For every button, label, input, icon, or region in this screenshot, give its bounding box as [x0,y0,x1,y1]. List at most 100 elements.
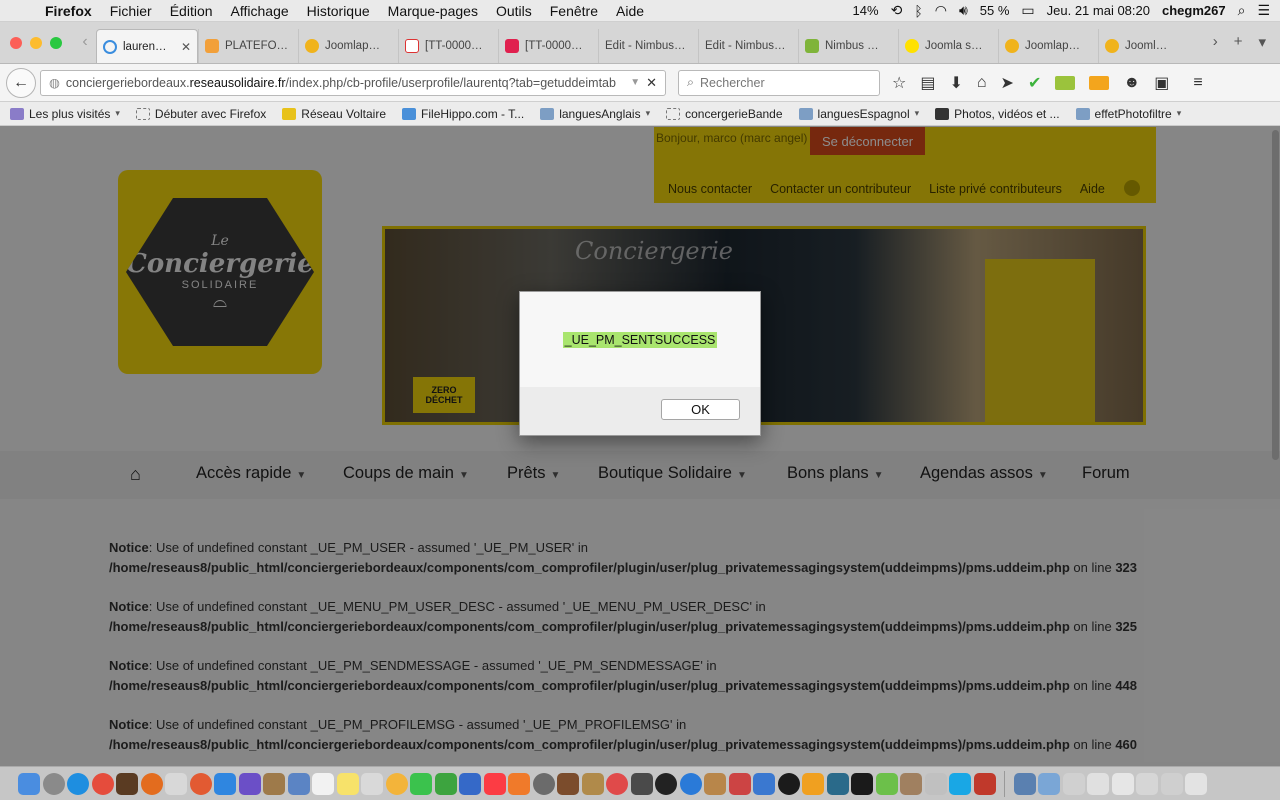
hamburger-menu-icon[interactable]: ≡ [1193,74,1202,92]
calendar-icon[interactable] [312,772,334,795]
app-icon[interactable] [116,772,138,795]
bookmark-getting-started[interactable]: Débuter avec Firefox [135,107,266,121]
battery-icon[interactable]: ▭ [1021,2,1034,19]
search-field[interactable]: ⌕ Rechercher [678,69,880,96]
messages-icon[interactable] [410,772,432,795]
extension-icon[interactable]: ▣ [1154,73,1169,93]
new-tab-icon[interactable]: + [1234,33,1243,51]
tabs-scroll-left-icon[interactable]: ‹ [74,33,96,63]
tab[interactable]: Nimbus … [798,29,898,63]
tab[interactable]: Joomlap… [298,29,398,63]
app-icon[interactable] [630,772,653,795]
tab-active[interactable]: lauren… ✕ [96,29,198,63]
tab[interactable]: [TT-0000… [498,29,598,63]
volume-icon[interactable]: 🔊︎ [959,2,968,19]
downloads-stack-icon[interactable] [1062,772,1085,795]
safari-icon[interactable] [67,772,89,795]
app-icon[interactable] [826,772,849,795]
check-icon[interactable]: ✔ [1028,73,1041,93]
itunes-icon[interactable] [483,772,506,795]
app-icon[interactable] [557,772,579,795]
menu-affichage[interactable]: Affichage [222,3,298,19]
app-icon[interactable] [728,772,751,795]
user-name[interactable]: chegm267 [1162,3,1226,18]
launchpad-icon[interactable] [42,772,65,795]
app-store-icon[interactable] [214,772,236,795]
tab[interactable]: Joomlap… [1098,29,1176,63]
trash-icon[interactable] [1185,772,1207,795]
stack-icon[interactable] [1087,772,1109,795]
ibooks-icon[interactable] [508,772,530,795]
tab[interactable]: Joomla s… [898,29,998,63]
app-icon[interactable] [679,772,702,795]
notification-center-icon[interactable]: ☰ [1257,2,1270,19]
app-icon[interactable] [263,772,285,795]
reading-list-icon[interactable]: ▤ [920,73,935,93]
app-icon[interactable] [606,772,628,795]
scrollbar-thumb[interactable] [1272,130,1279,460]
skype-icon[interactable] [949,772,971,795]
chat-icon[interactable]: ☻ [1123,74,1140,92]
address-bar[interactable]: ◍ conciergeriebordeaux.reseausolidaire.f… [40,69,666,96]
contacts-icon[interactable] [361,772,383,795]
terminal-icon[interactable] [851,772,873,795]
chrome-icon[interactable] [91,772,114,795]
menu-outils[interactable]: Outils [487,3,541,19]
facetime-icon[interactable] [434,772,457,795]
bookmark-folder-photofiltre[interactable]: effetPhotofiltre ▾ [1075,107,1181,121]
battery-percent[interactable]: 55 % [980,3,1010,18]
bookmark-most-visited[interactable]: Les plus visités ▾ [10,107,120,121]
back-button[interactable]: ← [6,67,36,98]
bookmark-folder-anglais[interactable]: languesAnglais ▾ [540,107,650,121]
tab[interactable]: Edit - Nimbus… [698,29,798,63]
minimize-window-button[interactable] [30,37,42,49]
app-icon[interactable] [802,772,824,795]
status-percent[interactable]: 14% [853,3,879,18]
documents-folder-icon[interactable] [1038,772,1060,795]
spotlight-icon[interactable]: ⌕ [1238,2,1246,19]
close-tab-icon[interactable]: ✕ [181,40,191,54]
app-icon[interactable] [655,772,677,795]
app-icon[interactable] [189,772,212,795]
home-icon[interactable]: ⌂ [977,74,987,92]
app-icon[interactable] [875,772,898,795]
tab[interactable]: Edit - Nimbus… [598,29,698,63]
bluetooth-icon[interactable]: ᛒ [914,3,922,19]
tabs-scroll-right-icon[interactable]: › [1213,33,1218,51]
time-machine-icon[interactable]: ⟲ [891,2,903,19]
menu-aide[interactable]: Aide [607,3,653,19]
app-icon[interactable] [924,772,947,795]
notes-icon[interactable] [336,772,359,795]
download-icon[interactable]: ⬇ [949,73,962,93]
stack-icon[interactable] [1160,772,1183,795]
nimbus-screenshot-icon[interactable] [1089,75,1110,90]
app-icon[interactable] [581,772,604,795]
bookmark-star-icon[interactable]: ☆ [892,73,906,93]
firefox-icon[interactable] [140,772,163,795]
tab-list-icon[interactable]: ▾ [1258,33,1266,51]
page-scrollbar[interactable] [1270,126,1280,766]
applications-folder-icon[interactable] [1013,772,1036,795]
bookmark-concergerie[interactable]: concergerieBande [666,107,783,121]
stop-icon[interactable]: ✕ [646,75,657,91]
stack-icon[interactable] [1136,772,1158,795]
tab[interactable]: [TT-0000… [398,29,498,63]
ok-button[interactable]: OK [661,399,740,420]
clock[interactable]: Jeu. 21 mai 08:20 [1047,3,1150,18]
zoom-window-button[interactable] [50,37,62,49]
app-icon[interactable] [459,772,481,795]
photos-icon[interactable] [385,772,408,795]
app-icon[interactable] [704,772,726,795]
app-icon[interactable] [532,772,555,795]
send-icon[interactable]: ➤ [1001,73,1014,93]
menu-marque-pages[interactable]: Marque-pages [379,3,487,19]
app-icon[interactable] [287,772,310,795]
menu-edition[interactable]: Édition [161,3,222,19]
close-window-button[interactable] [10,37,22,49]
bookmark-reseau-voltaire[interactable]: Réseau Voltaire [282,107,386,121]
tab[interactable]: Joomlap… [998,29,1098,63]
bookmark-filehippo[interactable]: FileHippo.com - T... [402,107,524,121]
menu-app-name[interactable]: Firefox [36,3,101,19]
bookmark-folder-espagnol[interactable]: languesEspagnol ▾ [798,107,919,121]
app-icon[interactable] [900,772,922,795]
